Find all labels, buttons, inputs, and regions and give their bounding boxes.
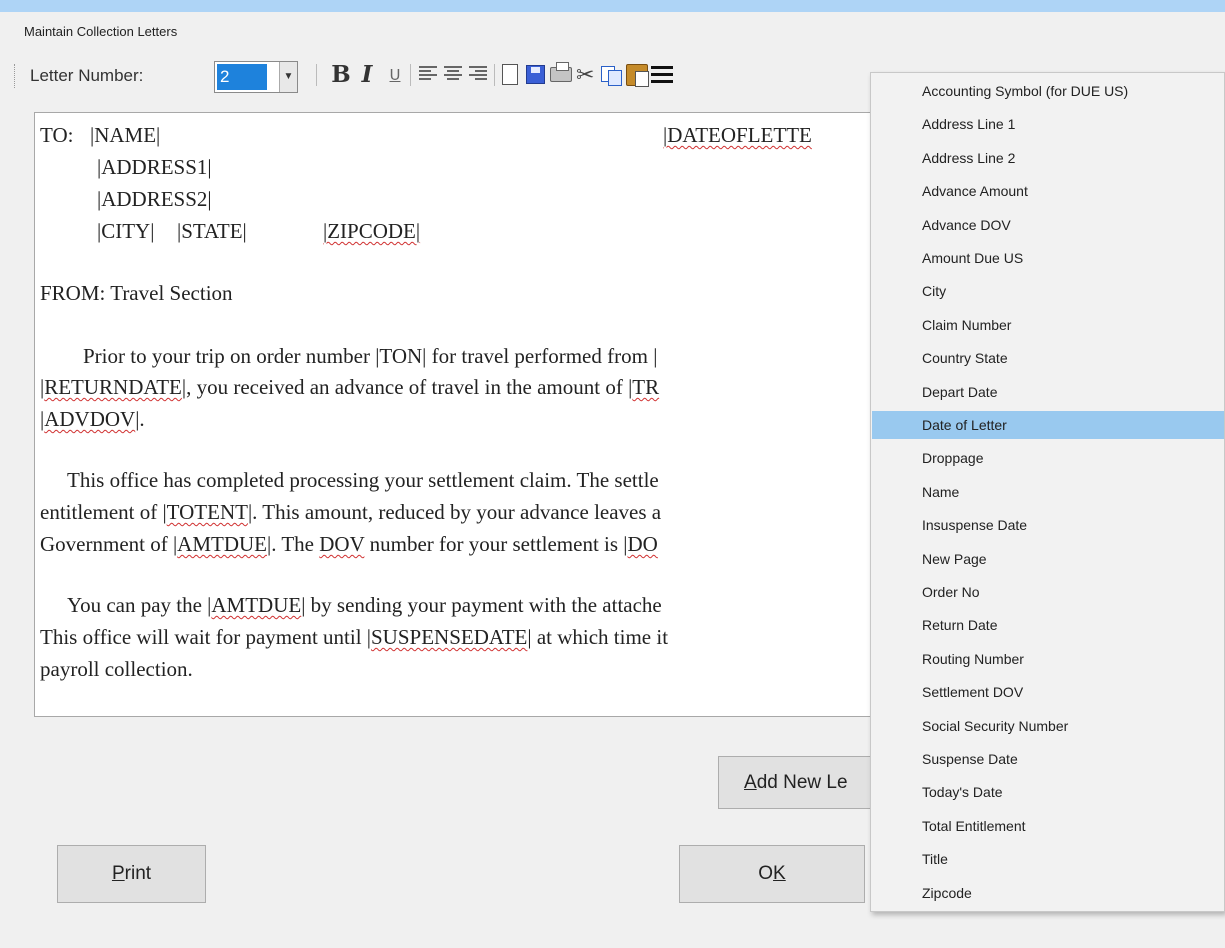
dropdown-item[interactable]: Address Line 2 [872,144,1224,172]
copy-icon[interactable] [601,66,622,86]
dropdown-item[interactable]: Country State [872,344,1224,372]
paragraph-1-line-3: |ADVDOV|. [40,407,145,431]
dropdown-item[interactable]: Suspense Date [872,745,1224,773]
advdov-field: ADVDOV [44,407,136,431]
print-label: rint [124,863,152,884]
dropdown-item[interactable]: City [872,277,1224,305]
paragraph-2-line-2-text: |. This amount, reduced by your advance … [247,500,662,524]
dropdown-item[interactable]: Zipcode [872,879,1224,907]
do-field: DO [627,532,658,556]
window-title: Maintain Collection Letters [24,24,178,39]
dropdown-item[interactable]: Routing Number [872,645,1224,673]
add-new-letter-label: dd New Le [756,772,848,793]
paragraph-3-line-2: This office will wait for payment until … [40,625,668,650]
paragraph-2-line-3-text: number for your settlement is | [364,532,628,556]
dropdown-item[interactable]: New Page [872,545,1224,573]
letter-editor[interactable]: TO: |NAME| |DATEOFLETTE |ADDRESS1| |ADDR… [34,112,874,717]
from-line: FROM: Travel Section [40,281,233,305]
paragraph-2-line-3-mid: |. The [267,532,320,556]
paragraph-2-line-3: Government of |AMTDUE|. The DOV number f… [40,532,658,557]
add-new-letter-button[interactable]: Add New Le [718,756,874,809]
paragraph-3-line-1-text: | by sending your payment with the attac… [301,593,662,617]
dropdown-item[interactable]: Name [872,478,1224,506]
ok-button[interactable]: OK [679,845,865,903]
dov-word: DOV [319,532,365,556]
dropdown-item[interactable]: Return Date [872,611,1224,639]
ok-label: O [758,863,774,884]
dropdown-item[interactable]: Order No [872,578,1224,606]
amtdue-field: AMTDUE [177,532,267,556]
dropdown-item[interactable]: Address Line 1 [872,110,1224,138]
dropdown-item[interactable]: Claim Number [872,311,1224,339]
align-left-icon[interactable] [419,66,437,84]
paragraph-1-line-3-text: |. [135,407,145,431]
paragraph-2-line-3-pre: Government of | [40,532,178,556]
paragraph-3-line-1: You can pay the |AMTDUE| by sending your… [67,593,662,618]
paragraph-1-line-1: Prior to your trip on order number |TON|… [83,344,658,368]
align-center-icon[interactable] [444,66,462,84]
dropdown-item[interactable]: Settlement DOV [872,678,1224,706]
underline-button[interactable]: U [384,62,406,88]
align-right-icon[interactable] [469,66,487,84]
paragraph-3-line-3: payroll collection. [40,657,193,681]
ok-hotkey: K [773,863,786,884]
save-icon[interactable] [526,65,545,84]
add-new-letter-hotkey: A [744,772,757,793]
dropdown-item[interactable]: Depart Date [872,378,1224,406]
paragraph-2-line-2: entitlement of |TOTENT|. This amount, re… [40,500,661,525]
paragraph-1-line-2: |RETURNDATE|, you received an advance of… [40,375,660,399]
dropdown-item[interactable]: Advance Amount [872,177,1224,205]
field-menu-icon[interactable] [651,66,673,84]
suspensedate-field: SUSPENSEDATE [371,625,528,649]
address2-field: |ADDRESS2| [97,187,212,211]
paragraph-2-line-1: This office has completed processing you… [67,468,659,492]
cut-icon[interactable]: ✂ [576,62,594,88]
amtdue-field: AMTDUE [211,593,302,617]
letter-number-label: Letter Number: [30,66,144,85]
dropdown-item[interactable]: Droppage [872,444,1224,472]
letter-number-select[interactable]: 2 ▼ [214,61,298,93]
print-hotkey: P [111,863,125,884]
print-button[interactable]: Print [57,845,206,903]
letter-number-value[interactable]: 2 [217,64,267,90]
paragraph-3-line-2-pre: This office will wait for payment until … [40,625,371,649]
totent-field: TOTENT [166,500,248,524]
city-field: |CITY| [97,219,155,243]
bold-button[interactable]: B [330,62,352,88]
italic-button[interactable]: I [356,62,378,88]
dropdown-item[interactable]: Insuspense Date [872,511,1224,539]
dropdown-item[interactable]: Date of Letter [872,411,1224,439]
dropdown-item[interactable]: Title [872,845,1224,873]
address1-field: |ADDRESS1| [97,155,212,179]
merge-field-dropdown[interactable]: Accounting Symbol (for DUE US) Address Li… [870,72,1225,912]
dropdown-item[interactable]: Accounting Symbol (for DUE US) [872,77,1224,105]
new-document-icon[interactable] [502,64,518,85]
title-bar [0,0,1225,12]
chevron-down-icon[interactable]: ▼ [279,62,297,92]
toolbar-separator [316,64,317,86]
to-label: TO: [40,123,74,147]
paragraph-3-line-1-pre: You can pay the | [67,593,212,617]
toolbar: Letter Number: 2 ▼ B I U ✂ [14,58,914,94]
paragraph-1-line-2-text: |, you received an advance of travel in … [181,375,633,399]
toolbar-separator [494,64,495,86]
dropdown-item[interactable]: Advance DOV [872,211,1224,239]
returndate-field: RETURNDATE [44,375,182,399]
state-field: |STATE| [177,219,247,243]
toolbar-grip[interactable] [14,64,18,88]
dropdown-item[interactable]: Today's Date [872,778,1224,806]
tr-field: TR [632,375,660,399]
toolbar-separator [410,64,411,86]
dropdown-item[interactable]: Amount Due US [872,244,1224,272]
name-field: |NAME| [90,123,161,147]
paragraph-3-line-2-text: | at which time it [527,625,669,649]
printer-icon[interactable] [550,62,572,82]
zipcode-field: |ZIPCODE| [323,219,421,243]
paste-icon[interactable] [626,64,649,87]
dropdown-item[interactable]: Total Entitlement [872,812,1224,840]
dropdown-item[interactable]: Social Security Number [872,712,1224,740]
date-of-letter-field: |DATEOFLETTE [663,123,812,147]
paragraph-2-line-2-pre: entitlement of | [40,500,167,524]
